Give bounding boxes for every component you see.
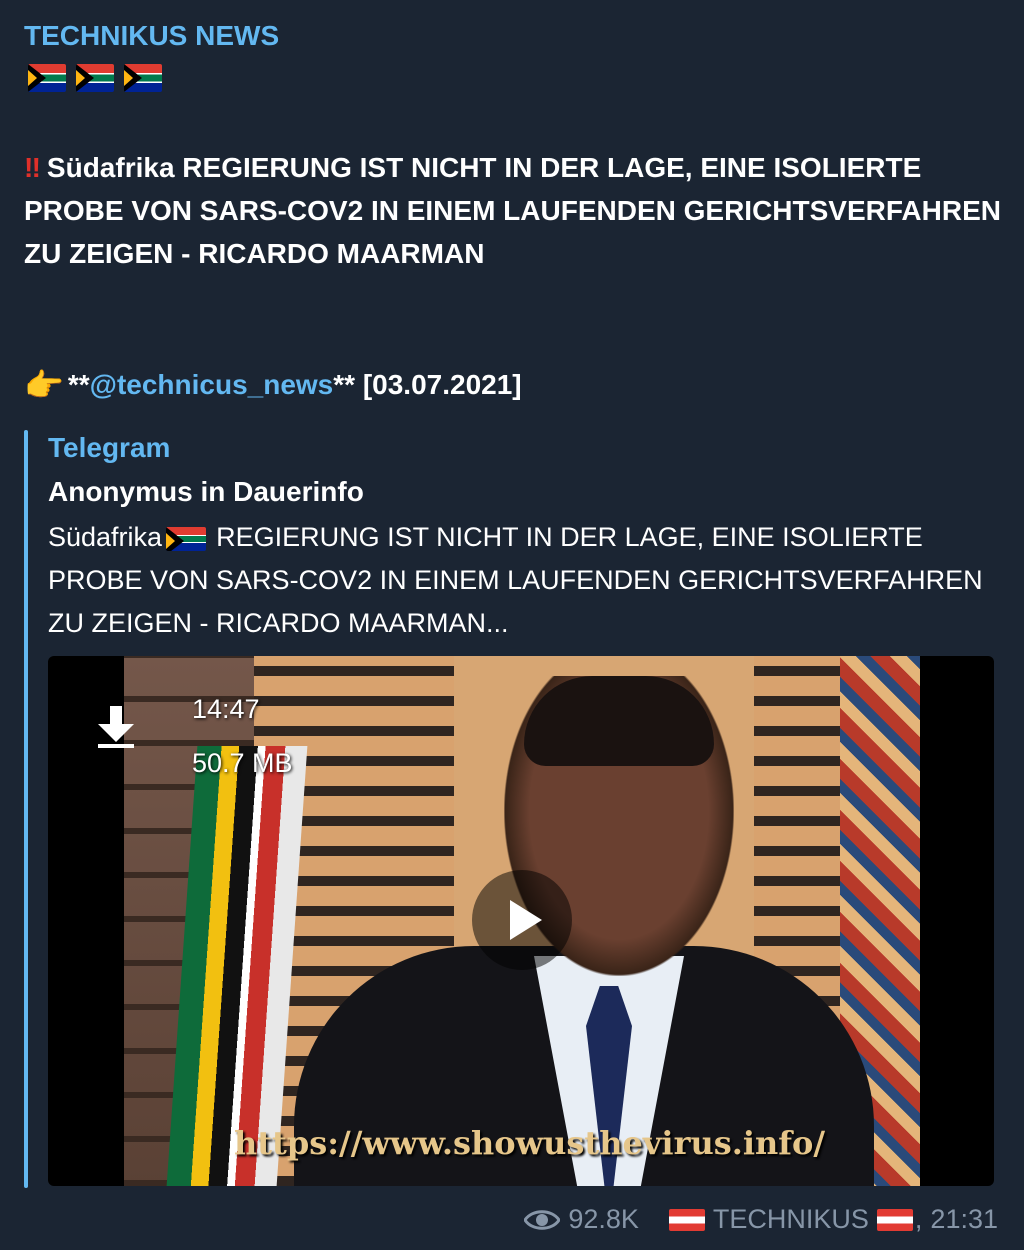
credit-prefix: ** — [67, 369, 90, 400]
post-headline: ‼ Südafrika REGIERUNG IST NICHT IN DER LA… — [24, 146, 1004, 275]
credit-suffix: ** [03.07.2021] — [333, 369, 522, 400]
channel-name[interactable]: TECHNIKUS NEWS — [24, 20, 279, 52]
video-player[interactable]: https://www.showusthevirus.info/ 14:47 5… — [48, 656, 994, 1186]
preview-accent-bar — [24, 430, 28, 1188]
author-name: TECHNIKUS — [712, 1204, 869, 1234]
eye-icon — [524, 1209, 561, 1230]
view-count: 92.8K — [568, 1204, 639, 1234]
south-africa-flag-icon — [28, 64, 66, 92]
video-size: 50.7 MB — [192, 748, 293, 778]
preview-description: Südafrika REGIERUNG IST NICHT IN DER LAGE… — [48, 516, 998, 645]
south-africa-flag-icon — [166, 526, 207, 551]
headline-text: Südafrika REGIERUNG IST NICHT IN DER LAG… — [24, 152, 1001, 269]
message-footer: 92.8K TECHNIKUS , 21:31 — [524, 1204, 998, 1235]
play-icon[interactable] — [472, 870, 572, 970]
preview-title[interactable]: Anonymus in Dauerinfo — [48, 476, 364, 508]
austria-flag-icon — [668, 1208, 705, 1231]
pointing-hand-icon: 👉 — [24, 367, 64, 403]
download-icon[interactable] — [98, 706, 134, 748]
south-africa-flag-icon — [76, 64, 114, 92]
preview-desc-start: Südafrika — [48, 522, 163, 552]
credit-handle-link[interactable]: @technicus_news — [90, 369, 334, 401]
video-url-caption: https://www.showusthevirus.info/ — [234, 1124, 826, 1162]
video-duration: 14:47 — [192, 694, 260, 724]
flag-row — [28, 64, 162, 92]
post-credit: 👉 ** @technicus_news ** [03.07.2021] — [24, 366, 522, 404]
message-time: 21:31 — [930, 1204, 998, 1234]
video-meta: 14:47 50.7 MB — [192, 682, 293, 790]
preview-site-name[interactable]: Telegram — [48, 432, 170, 464]
austria-flag-icon — [876, 1208, 913, 1231]
south-africa-flag-icon — [124, 64, 162, 92]
double-exclamation-icon: ‼ — [24, 152, 41, 183]
author-suffix: , — [914, 1204, 923, 1234]
